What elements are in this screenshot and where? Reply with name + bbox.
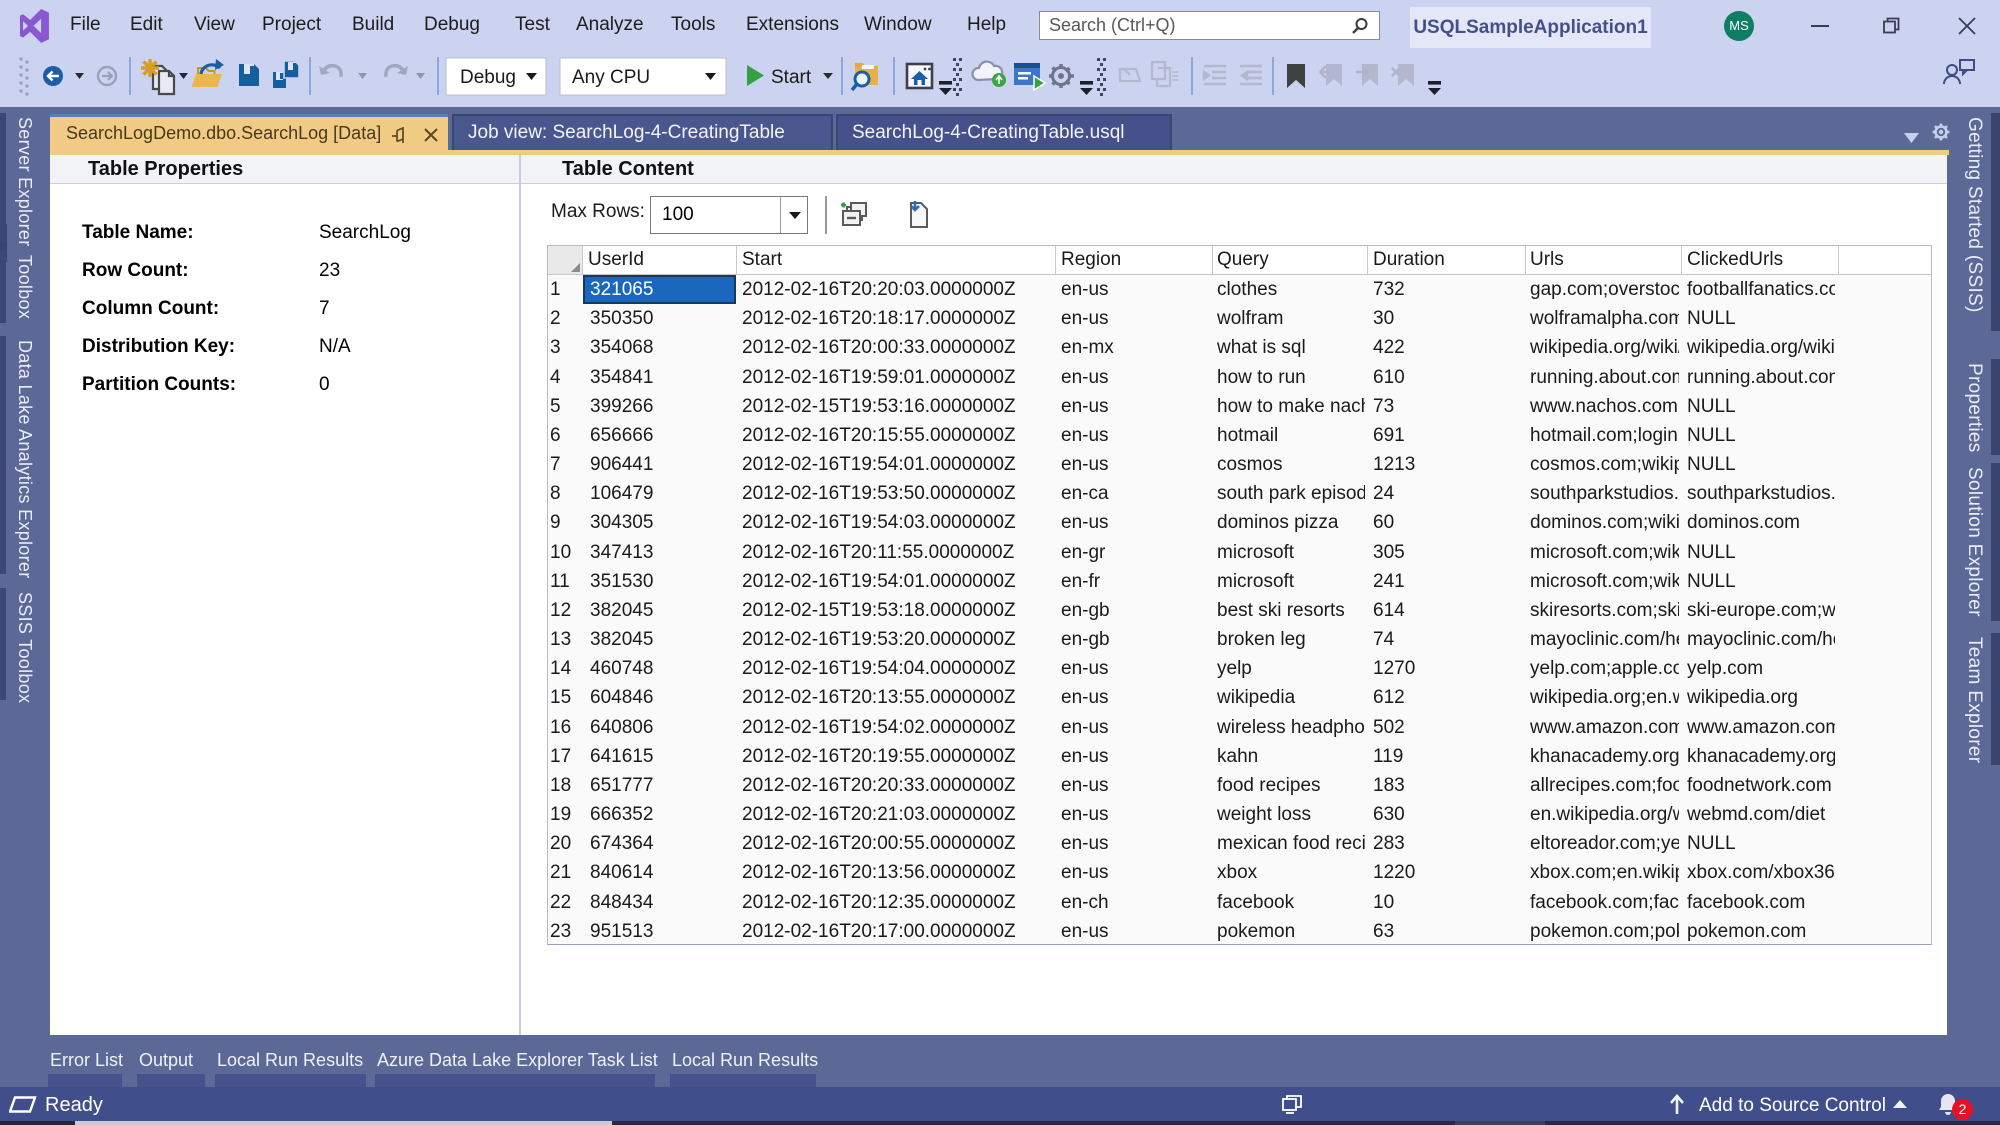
svg-text:Debug: Debug (460, 67, 516, 88)
svg-text:Any CPU: Any CPU (572, 67, 650, 88)
svg-text:Start: Start (771, 67, 812, 88)
